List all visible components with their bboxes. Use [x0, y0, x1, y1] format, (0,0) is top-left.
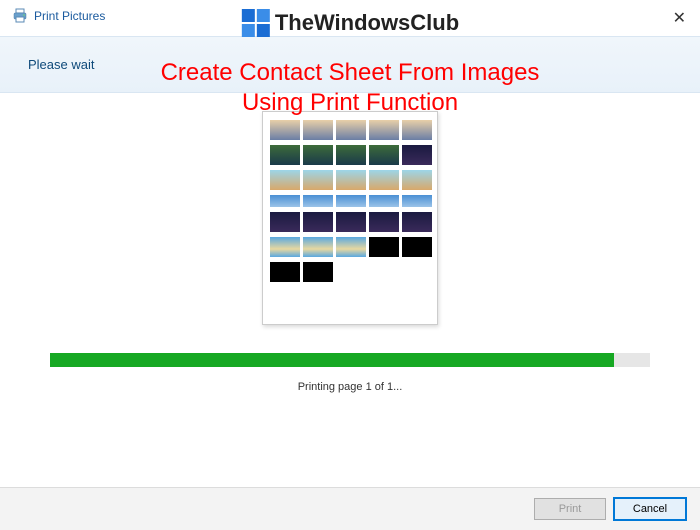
thumbnail	[270, 145, 300, 165]
thumb-row	[270, 195, 430, 207]
thumbnail	[270, 237, 300, 257]
thumbnail	[369, 145, 399, 165]
cancel-button[interactable]: Cancel	[614, 498, 686, 520]
thumbnail	[270, 195, 300, 207]
thumbnail	[336, 170, 366, 190]
contact-sheet-preview	[262, 111, 438, 325]
print-button: Print	[534, 498, 606, 520]
thumb-row	[270, 262, 430, 282]
thumbnail	[402, 195, 432, 207]
window-title: Print Pictures	[34, 9, 105, 23]
thumbnail	[303, 237, 333, 257]
thumbnail	[336, 212, 366, 232]
thumb-row	[270, 170, 430, 190]
status-text: Printing page 1 of 1...	[0, 381, 700, 393]
thumbnail	[270, 170, 300, 190]
thumb-row	[270, 145, 430, 165]
thumbnail	[402, 237, 432, 257]
thumbnail	[336, 145, 366, 165]
thumb-row	[270, 237, 430, 257]
please-wait-message: Please wait	[28, 57, 672, 72]
progress-bar	[50, 353, 650, 367]
thumbnail	[369, 120, 399, 140]
thumbnail	[336, 120, 366, 140]
printer-icon	[12, 8, 28, 24]
thumbnail	[303, 170, 333, 190]
thumbnail	[369, 212, 399, 232]
thumbnail	[369, 195, 399, 207]
preview-area	[0, 93, 700, 325]
thumbnail	[303, 212, 333, 232]
thumbnail	[402, 145, 432, 165]
close-icon[interactable]: ✕	[673, 8, 686, 28]
thumbnail	[402, 212, 432, 232]
thumbnail	[402, 170, 432, 190]
thumbnail	[303, 120, 333, 140]
progress-track	[50, 353, 650, 367]
thumbnail	[336, 237, 366, 257]
dialog-footer: Print Cancel	[0, 487, 700, 530]
thumbnail	[270, 262, 300, 282]
progress-fill	[50, 353, 614, 367]
thumb-row	[270, 212, 430, 232]
thumb-row	[270, 120, 430, 140]
thumbnail	[270, 120, 300, 140]
thumbnail	[303, 195, 333, 207]
thumbnail	[270, 212, 300, 232]
thumbnail	[369, 237, 399, 257]
title-bar: Print Pictures ✕	[0, 0, 700, 28]
thumbnail	[336, 195, 366, 207]
thumbnail	[369, 170, 399, 190]
thumbnail	[402, 120, 432, 140]
thumbnail	[303, 145, 333, 165]
header-band: Please wait	[0, 36, 700, 93]
thumbnail	[303, 262, 333, 282]
